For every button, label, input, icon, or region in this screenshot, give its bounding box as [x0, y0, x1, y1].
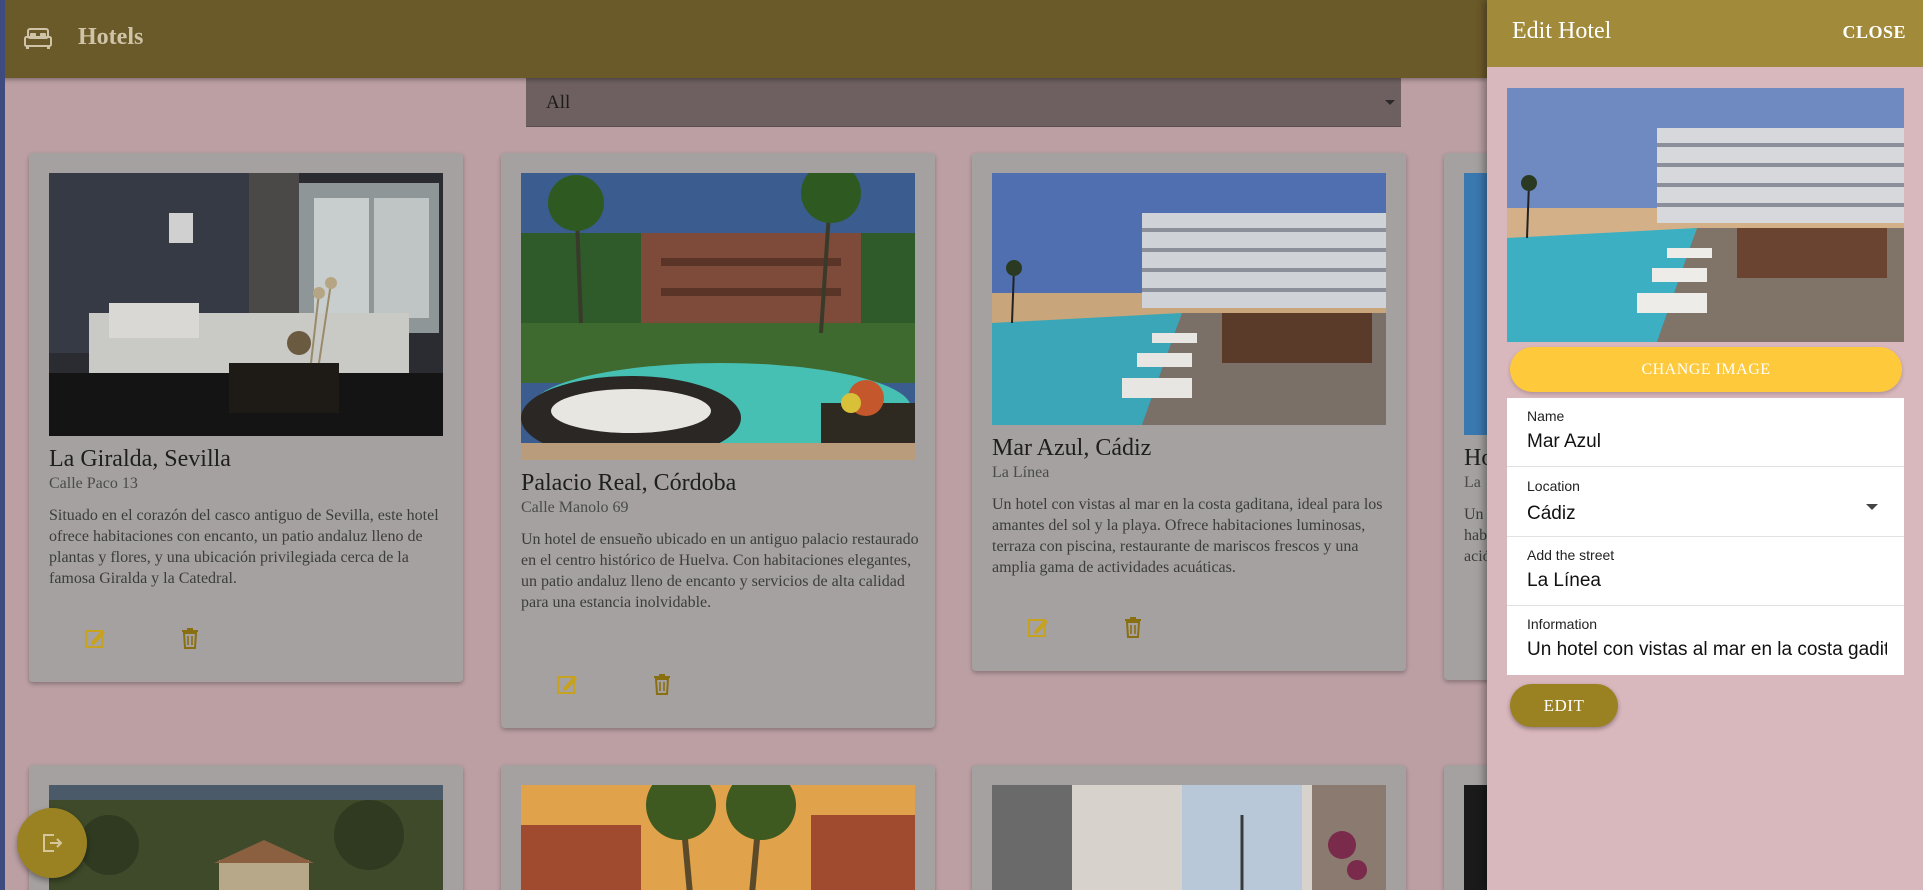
location-select[interactable]: Location Cádiz — [1507, 468, 1904, 537]
logout-icon — [43, 834, 63, 852]
drawer-title: Edit Hotel — [1512, 18, 1612, 44]
delete-icon[interactable] — [1122, 616, 1144, 638]
street-input[interactable] — [1527, 570, 1887, 592]
hotel-image — [992, 173, 1386, 425]
chevron-down-icon[interactable] — [1866, 504, 1878, 510]
hotel-card — [972, 765, 1406, 890]
bed-icon — [24, 28, 52, 49]
hotel-street: La — [1464, 474, 1481, 491]
chevron-down-icon — [1385, 100, 1395, 105]
app-title: Hotels — [78, 24, 144, 50]
app-bar: Hotels — [0, 0, 1487, 78]
hotel-image — [521, 785, 915, 890]
hotel-image-preview — [1507, 88, 1904, 342]
hotel-card — [501, 765, 935, 890]
close-button[interactable]: CLOSE — [1842, 22, 1906, 43]
edit-icon[interactable] — [1027, 616, 1049, 638]
hotel-name: Palacio Real, Córdoba — [521, 470, 737, 496]
information-field-label: Information — [1527, 616, 1598, 632]
information-field[interactable]: Information — [1507, 606, 1904, 675]
street-field[interactable]: Add the street — [1507, 537, 1904, 606]
edit-icon[interactable] — [556, 673, 578, 695]
hotel-image — [49, 785, 443, 890]
change-image-button[interactable]: CHANGE IMAGE — [1510, 347, 1902, 392]
name-input[interactable] — [1527, 431, 1887, 453]
information-input[interactable] — [1527, 639, 1887, 661]
hotel-image — [49, 173, 443, 436]
hotel-description: Un hotel de ensueño ubicado en un antigu… — [521, 531, 919, 611]
hotel-card: Palacio Real, Córdoba Calle Manolo 69 Un… — [501, 153, 935, 728]
hotel-description: Un hotel con vistas al mar en la costa g… — [992, 496, 1383, 576]
filter-selected-value: All — [546, 92, 571, 113]
hotel-street: Calle Manolo 69 — [521, 499, 629, 516]
left-edge-stripe — [0, 0, 5, 890]
hotel-street: Calle Paco 13 — [49, 475, 138, 492]
location-filter-select[interactable]: All — [526, 78, 1401, 127]
hotel-image — [992, 785, 1386, 890]
street-field-label: Add the street — [1527, 547, 1615, 563]
delete-icon[interactable] — [179, 627, 201, 649]
hotel-street: La Línea — [992, 464, 1050, 481]
hotel-name: La Giralda, Sevilla — [49, 446, 231, 472]
edit-submit-button[interactable]: EDIT — [1510, 684, 1618, 727]
name-field-label: Name — [1527, 408, 1565, 424]
delete-icon[interactable] — [651, 673, 673, 695]
hotel-description: Situado en el corazón del casco antiguo … — [49, 507, 439, 587]
hotel-card: Mar Azul, Cádiz La Línea Un hotel con vi… — [972, 153, 1406, 671]
hotel-card: La Giralda, Sevilla Calle Paco 13 Situad… — [29, 153, 463, 682]
drawer-header: Edit Hotel CLOSE — [1487, 0, 1923, 67]
edit-icon[interactable] — [84, 627, 106, 649]
hotel-image — [521, 173, 915, 460]
edit-hotel-drawer: Edit Hotel CLOSE CHANGE IMAGE Name Mar A… — [1487, 0, 1923, 890]
hotel-name: Mar Azul, Cádiz — [992, 435, 1152, 461]
edit-hotel-form: Name Location Cádiz Add the street Infor… — [1507, 398, 1904, 675]
location-selected-value: Cádiz — [1527, 503, 1576, 524]
name-field[interactable]: Name — [1507, 398, 1904, 467]
logout-button[interactable] — [17, 808, 87, 878]
location-field-label: Location — [1527, 478, 1580, 494]
hotel-card — [29, 765, 463, 890]
